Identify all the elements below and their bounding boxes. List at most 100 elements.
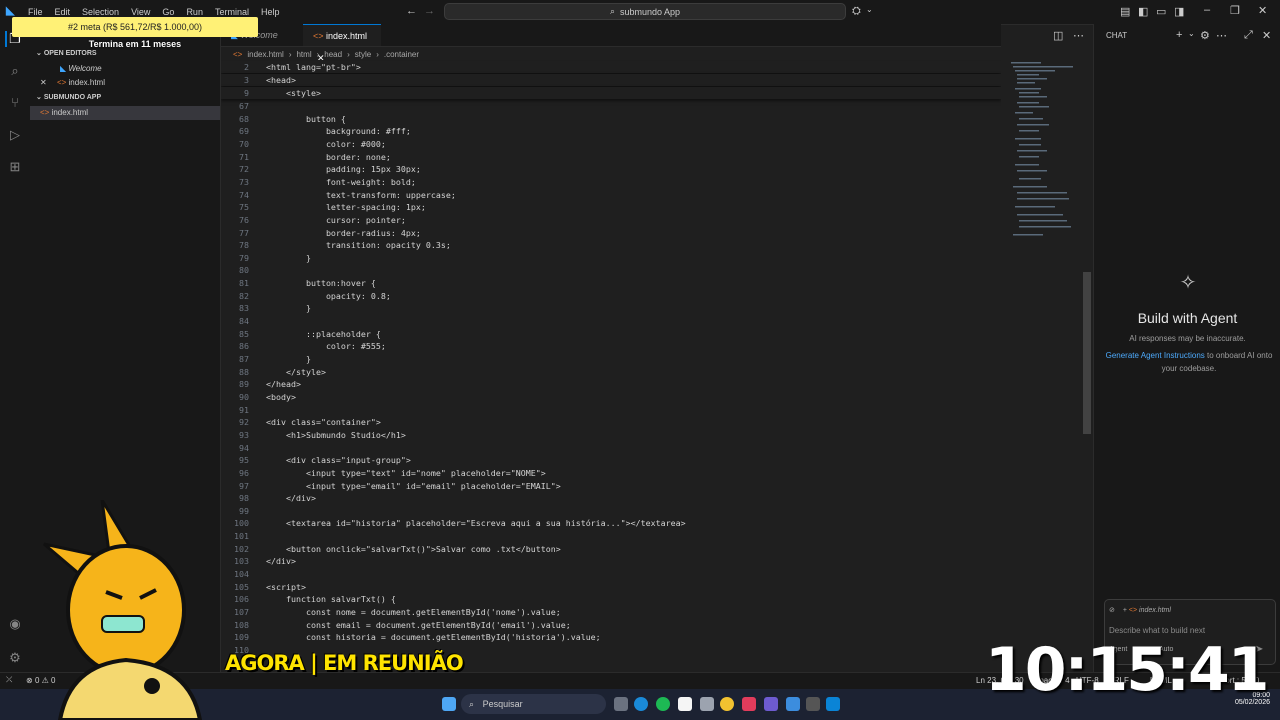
mascot-character — [43, 500, 203, 720]
line-number: 86 — [239, 341, 249, 352]
line-number: 77 — [239, 227, 249, 238]
menu-terminal[interactable]: Terminal — [209, 7, 255, 17]
taskbar-search-label: Pesquisar — [482, 699, 523, 709]
more-actions-icon[interactable]: ⋯ — [1073, 29, 1084, 42]
html-file-icon: <> — [1128, 607, 1138, 614]
menu-edit[interactable]: Edit — [49, 7, 77, 17]
toggle-sidebar-icon[interactable]: ◧ — [1138, 5, 1148, 18]
sticky-code-line[interactable]: 9 <style> — [221, 87, 1001, 99]
app-icon[interactable] — [806, 697, 820, 711]
attach-icon[interactable]: ⊘ — [1109, 607, 1115, 614]
toggle-secondary-sidebar-icon[interactable]: ◨ — [1174, 5, 1184, 18]
minimap[interactable] — [1003, 60, 1083, 670]
breadcrumb-item[interactable]: style — [355, 50, 371, 59]
menu-view[interactable]: View — [125, 7, 156, 17]
chevron-down-icon[interactable]: ⌄ — [1188, 29, 1195, 38]
html-file-icon: <> — [40, 108, 50, 117]
menu-help[interactable]: Help — [255, 7, 286, 17]
sticky-code-line[interactable]: 2 <html lang="pt-br"> — [221, 61, 1001, 73]
restore-icon[interactable]: ❐ — [1230, 4, 1240, 17]
line-number: 100 — [234, 518, 249, 529]
forward-arrow-icon[interactable]: → — [424, 5, 435, 17]
breadcrumb-item[interactable]: head — [324, 50, 342, 59]
new-chat-icon[interactable]: + — [1176, 29, 1182, 41]
command-center[interactable]: ⌕ submundo App — [444, 3, 846, 20]
copilot-icon[interactable]: ⛭ — [852, 5, 861, 18]
chevron-down-icon[interactable]: ⌄ — [866, 5, 873, 14]
chevron-right-icon: › — [288, 49, 292, 59]
account-icon[interactable]: ◉ — [7, 616, 23, 632]
code-text: function salvarTxt() { — [266, 594, 396, 605]
taskbar-search[interactable]: ⌕ Pesquisar — [461, 694, 606, 714]
code-text: padding: 15px 30px; — [266, 164, 421, 175]
line-number: 103 — [234, 556, 249, 567]
project-label: SUBMUNDO APP — [43, 94, 102, 101]
open-editor-welcome[interactable]: ◣ Welcome — [30, 62, 220, 76]
split-editor-icon[interactable]: ◫ — [1053, 29, 1063, 42]
line-number: 105 — [234, 581, 249, 592]
breadcrumb-item[interactable]: index.html — [247, 50, 283, 59]
extensions-icon[interactable]: ⊞ — [7, 159, 23, 175]
settings-gear-icon[interactable]: ⚙ — [7, 650, 23, 666]
project-header[interactable]: ⌄ SUBMUNDO APP — [30, 91, 220, 105]
app-icon[interactable] — [764, 697, 778, 711]
vscode-file-icon: ◣ — [60, 64, 67, 73]
run-debug-icon[interactable]: ▷ — [7, 127, 23, 143]
vscode-taskbar-icon[interactable] — [826, 697, 840, 711]
app-icon[interactable] — [700, 697, 714, 711]
app-icon[interactable] — [786, 697, 800, 711]
maximize-icon[interactable]: ⤢ — [1244, 29, 1253, 42]
line-number: 81 — [239, 278, 249, 289]
html-file-icon: <> — [313, 31, 324, 41]
close-window-icon[interactable]: ✕ — [1258, 4, 1267, 17]
open-editor-index[interactable]: ✕ <> index.html — [30, 76, 220, 90]
back-arrow-icon[interactable]: ← — [406, 5, 417, 17]
sticky-code-line[interactable]: 3 <head> — [221, 74, 1001, 86]
file-index-html[interactable]: <> index.html — [30, 106, 220, 120]
notion-icon[interactable] — [678, 697, 692, 711]
menu-go[interactable]: Go — [156, 7, 180, 17]
line-number: 104 — [234, 569, 249, 580]
spotify-icon[interactable] — [656, 697, 670, 711]
source-control-icon[interactable]: ⑂ — [7, 95, 23, 111]
add-context-icon[interactable]: + — [1123, 607, 1127, 614]
windows-start-icon[interactable] — [442, 697, 456, 711]
menu-run[interactable]: Run — [180, 7, 209, 17]
search-icon[interactable]: ⌕ — [7, 63, 23, 79]
remote-icon[interactable]: ⤫ — [6, 675, 12, 685]
menu-file[interactable]: File — [22, 7, 49, 17]
chat-input[interactable]: Describe what to build next — [1109, 626, 1205, 635]
tab-index-html[interactable]: <> index.html ✕ — [303, 24, 381, 63]
toggle-panel-icon[interactable]: ▭ — [1156, 5, 1166, 18]
breadcrumb-item[interactable]: html — [296, 50, 311, 59]
gear-icon[interactable]: ⚙ — [1200, 29, 1210, 42]
code-editor[interactable]: 2 <html lang="pt-br"> 3 <head> 9 <style> 67 68… — [221, 60, 1001, 664]
layout-icon[interactable]: ▤ — [1120, 5, 1130, 18]
chat-panel: CHAT + ⌄ ⚙ ⋯ ⤢ ✕ ✧ Build with Agent AI r… — [1093, 24, 1280, 672]
code-text: </div> — [266, 493, 316, 504]
code-text: text-transform: uppercase; — [266, 189, 456, 200]
generate-instructions-link[interactable]: Generate Agent Instructions — [1106, 351, 1205, 360]
minimize-icon[interactable]: – — [1204, 4, 1210, 16]
line-number: 95 — [239, 455, 249, 466]
close-icon[interactable]: ✕ — [1262, 29, 1271, 42]
task-view-icon[interactable] — [614, 697, 628, 711]
code-text: </head> — [266, 379, 301, 390]
edge-icon[interactable] — [634, 697, 648, 711]
line-number: 70 — [239, 138, 249, 149]
chrome-icon[interactable] — [720, 697, 734, 711]
context-chip[interactable]: ⊘ + <> index.html — [1109, 606, 1171, 614]
line-number: 76 — [239, 214, 249, 225]
search-icon: ⌕ — [609, 6, 615, 16]
code-text: <h1>Submundo Studio</h1> — [266, 429, 406, 440]
line-number: 108 — [234, 619, 249, 630]
goal-deadline: Termina em 11 meses — [88, 39, 182, 49]
editor-scrollbar[interactable] — [1083, 272, 1091, 434]
line-number: 98 — [239, 493, 249, 504]
line-number: 106 — [234, 594, 249, 605]
menu-selection[interactable]: Selection — [76, 7, 125, 17]
app-icon[interactable] — [742, 697, 756, 711]
more-actions-icon[interactable]: ⋯ — [1216, 29, 1227, 42]
close-icon[interactable]: ✕ — [40, 78, 47, 87]
breadcrumb-item[interactable]: .container — [384, 50, 419, 59]
